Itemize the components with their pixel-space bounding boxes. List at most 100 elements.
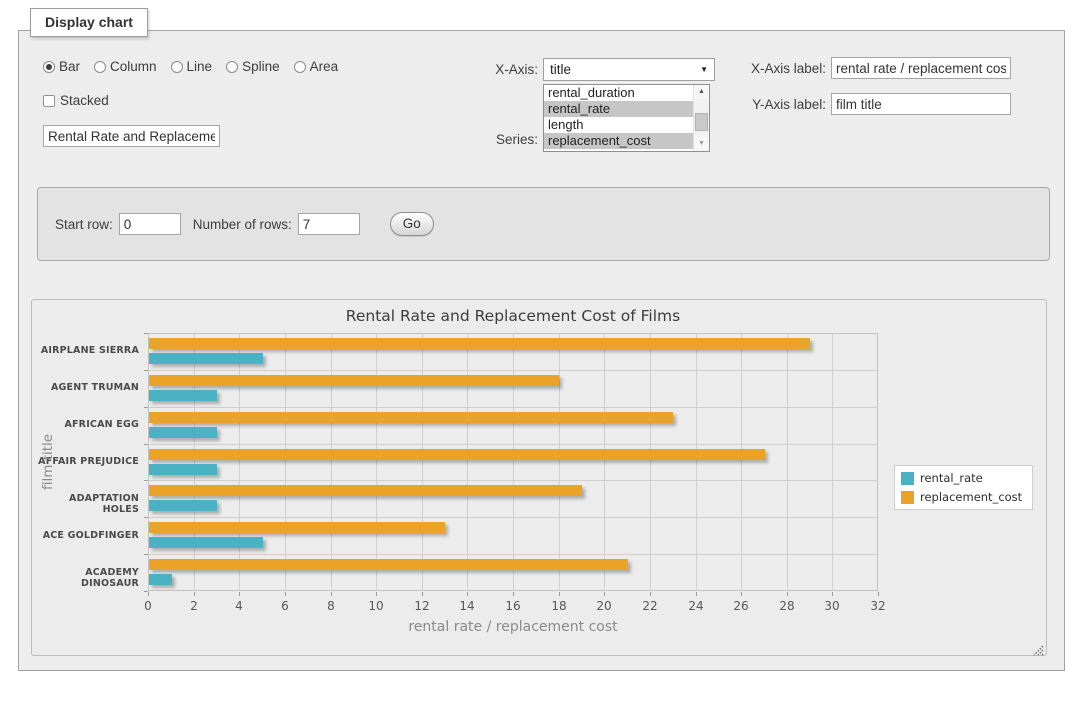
chart-type-radio-area[interactable]: Area xyxy=(294,59,339,74)
row-range-panel: Start row: Number of rows: Go xyxy=(37,187,1050,261)
x-tick-label: 18 xyxy=(544,599,574,613)
bar-replacement_cost xyxy=(149,338,810,349)
x-tick-label: 28 xyxy=(772,599,802,613)
gridline xyxy=(239,333,240,591)
gridline xyxy=(832,333,833,591)
listbox-scrollbar[interactable]: ▲ ▼ xyxy=(693,85,709,151)
series-option[interactable]: rental_duration xyxy=(544,85,693,101)
checkbox-icon xyxy=(43,95,55,107)
chart-type-radio-bar[interactable]: Bar xyxy=(43,59,80,74)
chart-legend: rental_rate replacement_cost xyxy=(894,465,1033,510)
axis-label-column: X-Axis label: Y-Axis label: xyxy=(741,57,1011,129)
x-tick-mark xyxy=(513,592,514,596)
fieldset-legend: Display chart xyxy=(30,8,148,37)
num-rows-label: Number of rows: xyxy=(193,217,292,232)
chart-controls: Bar Column Line Spline Area Stacked X-Ax… xyxy=(31,57,1052,179)
x-tick-label: 20 xyxy=(589,599,619,613)
y-tick-mark xyxy=(144,370,148,371)
x-axis-title: rental rate / replacement cost xyxy=(148,619,878,635)
bar-rental_rate xyxy=(149,390,217,401)
chart-type-radio-line[interactable]: Line xyxy=(171,59,213,74)
bar-rental_rate xyxy=(149,500,217,511)
gridline xyxy=(148,480,878,481)
x-axis-select[interactable]: title ▼ xyxy=(543,58,715,81)
legend-label: replacement_cost xyxy=(920,490,1022,504)
series-option[interactable]: replacement_cost xyxy=(544,133,693,149)
x-tick-label: 16 xyxy=(498,599,528,613)
bar-replacement_cost xyxy=(149,449,765,460)
display-chart-fieldset: Display chart Bar Column Line Spline Are… xyxy=(18,30,1065,671)
chart-type-radio-column[interactable]: Column xyxy=(94,59,157,74)
x-tick-mark xyxy=(696,592,697,596)
bar-replacement_cost xyxy=(149,375,559,386)
y-tick-mark xyxy=(144,517,148,518)
scrollbar-track[interactable] xyxy=(694,99,709,137)
radio-label: Line xyxy=(187,59,213,74)
gridline xyxy=(422,333,423,591)
go-button[interactable]: Go xyxy=(390,212,434,236)
series-row: Series: rental_duration rental_rate leng… xyxy=(476,84,715,152)
x-tick-label: 2 xyxy=(179,599,209,613)
chart-type-radio-spline[interactable]: Spline xyxy=(226,59,280,74)
x-tick-mark xyxy=(376,592,377,596)
series-option[interactable]: length xyxy=(544,117,693,133)
x-tick-label: 30 xyxy=(817,599,847,613)
series-listbox[interactable]: rental_duration rental_rate length repla… xyxy=(543,84,710,152)
chart-type-radio-group: Bar Column Line Spline Area xyxy=(43,59,338,74)
gridline xyxy=(194,333,195,591)
radio-icon xyxy=(171,61,183,73)
category-label: ACADEMY DINOSAUR xyxy=(32,567,139,589)
x-tick-mark xyxy=(194,592,195,596)
y-axis-label-input[interactable] xyxy=(831,93,1011,115)
bar-rental_rate xyxy=(149,353,263,364)
x-tick-mark xyxy=(650,592,651,596)
num-rows-input[interactable] xyxy=(298,213,360,235)
x-tick-mark xyxy=(604,592,605,596)
radio-icon xyxy=(43,61,55,73)
category-label: AIRPLANE SIERRA xyxy=(32,345,139,356)
x-tick-label: 6 xyxy=(270,599,300,613)
scrollbar-thumb[interactable] xyxy=(695,113,708,131)
x-tick-label: 32 xyxy=(863,599,893,613)
gridline xyxy=(650,333,651,591)
start-row-input[interactable] xyxy=(119,213,181,235)
x-tick-mark xyxy=(559,592,560,596)
radio-icon xyxy=(294,61,306,73)
x-axis-label-input[interactable] xyxy=(831,57,1011,79)
x-tick-label: 26 xyxy=(726,599,756,613)
y-axis-label-row: Y-Axis label: xyxy=(741,93,1011,115)
gridline xyxy=(513,333,514,591)
stacked-checkbox[interactable]: Stacked xyxy=(43,93,338,108)
legend-item: rental_rate xyxy=(901,471,1022,485)
series-option[interactable]: rental_rate xyxy=(544,101,693,117)
bar-rental_rate xyxy=(149,537,263,548)
x-axis-selected-value: title xyxy=(550,62,571,77)
x-tick-label: 4 xyxy=(224,599,254,613)
x-tick-mark xyxy=(832,592,833,596)
radio-label: Area xyxy=(310,59,339,74)
gridline xyxy=(559,333,560,591)
radio-icon xyxy=(226,61,238,73)
x-axis-select-label: X-Axis: xyxy=(476,62,538,77)
chart-title-input[interactable] xyxy=(43,125,220,147)
x-tick-mark xyxy=(878,592,879,596)
bar-rental_rate xyxy=(149,427,217,438)
y-tick-mark xyxy=(144,444,148,445)
gridline xyxy=(604,333,605,591)
scroll-down-icon[interactable]: ▼ xyxy=(694,137,709,151)
gridline xyxy=(376,333,377,591)
legend-item: replacement_cost xyxy=(901,490,1022,504)
chart-container: Rental Rate and Replacement Cost of Film… xyxy=(31,299,1047,656)
x-tick-mark xyxy=(148,592,149,596)
bar-replacement_cost xyxy=(149,559,628,570)
chart-title: Rental Rate and Replacement Cost of Film… xyxy=(148,307,878,325)
radio-icon xyxy=(94,61,106,73)
radio-label: Spline xyxy=(242,59,280,74)
y-axis-title: film title xyxy=(40,417,56,507)
y-axis-label-label: Y-Axis label: xyxy=(741,97,826,112)
legend-swatch-icon xyxy=(901,491,914,504)
resize-grip-icon[interactable] xyxy=(1032,641,1044,653)
x-tick-mark xyxy=(787,592,788,596)
scroll-up-icon[interactable]: ▲ xyxy=(694,85,709,99)
y-tick-mark xyxy=(144,480,148,481)
